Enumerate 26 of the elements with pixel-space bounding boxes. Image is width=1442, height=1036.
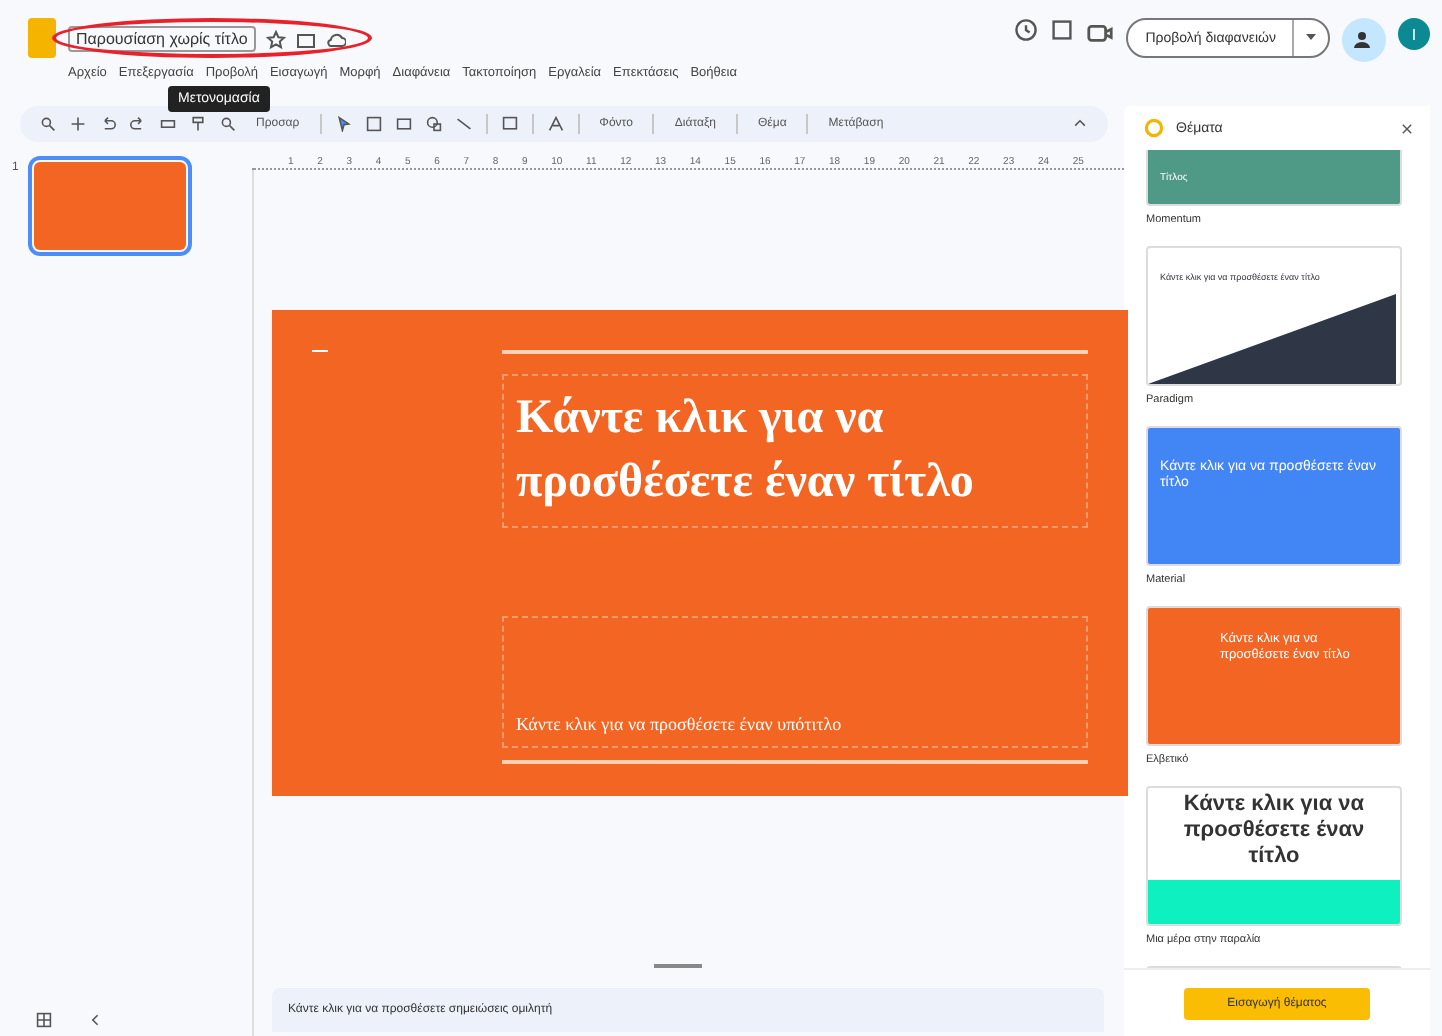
grid-view-icon[interactable] — [36, 1012, 52, 1028]
person-icon — [1354, 30, 1374, 50]
close-icon[interactable] — [1400, 121, 1414, 135]
undo-icon[interactable] — [100, 116, 116, 132]
zoom-icon[interactable] — [220, 116, 236, 132]
paint-format-icon[interactable] — [190, 116, 206, 132]
cursor-icon[interactable] — [335, 116, 352, 132]
plus-icon[interactable] — [70, 116, 86, 132]
chevron-up-icon[interactable] — [1072, 116, 1088, 132]
chevron-left-icon[interactable] — [88, 1012, 104, 1028]
palette-icon — [1144, 118, 1164, 138]
shape-icon[interactable] — [425, 116, 442, 132]
history-icon[interactable] — [1013, 18, 1038, 42]
caret-icon — [1306, 34, 1316, 42]
star-icon[interactable] — [265, 29, 286, 49]
line-icon[interactable] — [455, 116, 472, 132]
redo-icon[interactable] — [130, 116, 146, 132]
cloud-icon[interactable] — [325, 29, 346, 49]
document-title[interactable]: Παρουσίαση χωρίς τίτλο — [68, 26, 256, 52]
theme-preview[interactable]: Κάντε κλικ για να προσθέσετε έναν τίτλο — [1146, 786, 1402, 926]
search-icon[interactable] — [40, 116, 56, 132]
slide-thumbnail[interactable] — [34, 162, 187, 250]
user-avatar[interactable]: Ι — [1398, 18, 1430, 50]
share-button[interactable] — [1342, 18, 1386, 62]
font-color-icon[interactable] — [547, 116, 564, 132]
resize-handle[interactable] — [654, 964, 702, 968]
